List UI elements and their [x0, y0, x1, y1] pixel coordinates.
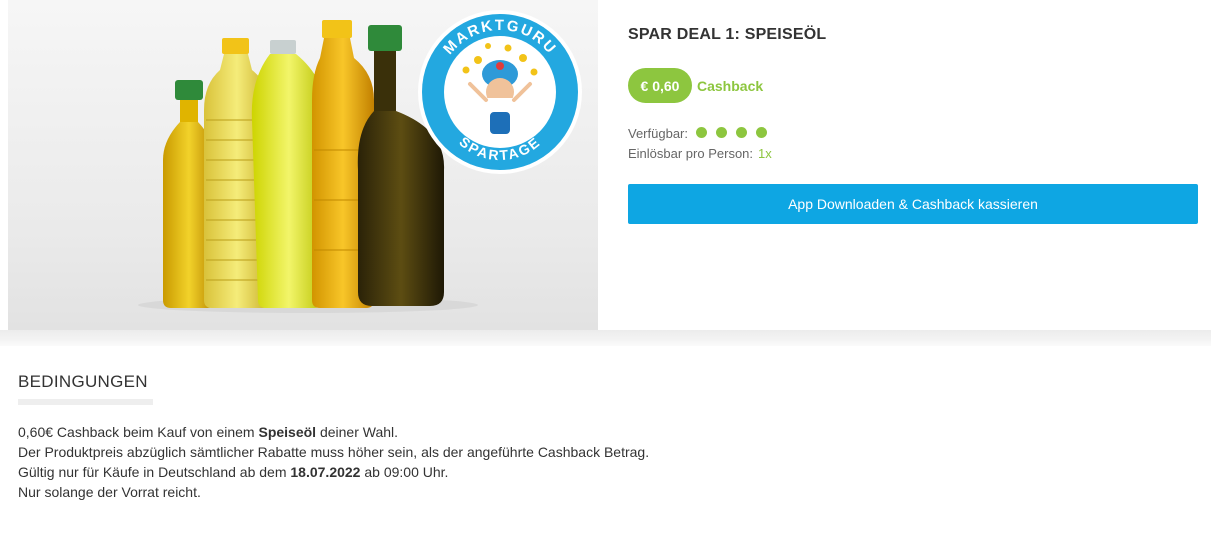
availability-indicator: [696, 127, 767, 138]
deal-title: SPAR DEAL 1: SPEISEÖL: [628, 26, 827, 43]
conditions-title: BEDINGUNGEN: [18, 372, 148, 391]
cashback-label: Cashback: [697, 78, 764, 94]
condition-line: Gültig nur für Käufe in Deutschland ab d…: [18, 464, 449, 480]
product-image: MARKTGURU SPARTAGE: [8, 0, 598, 330]
per-person-value: 1x: [758, 146, 772, 161]
availability-dot: [756, 127, 767, 138]
condition-line: Der Produktpreis abzüglich sämtlicher Ra…: [18, 444, 650, 460]
availability-dot: [736, 127, 747, 138]
download-app-button[interactable]: App Downloaden & Cashback kassieren: [628, 184, 1198, 224]
per-person-label: Einlösbar pro Person:: [628, 146, 754, 161]
conditions-underline: [18, 399, 153, 405]
availability-dot: [716, 127, 727, 138]
oil-bottles-illustration: MARKTGURU SPARTAGE: [138, 10, 582, 313]
condition-line: 0,60€ Cashback beim Kauf von einem Speis…: [18, 424, 399, 440]
marktguru-badge: MARKTGURU SPARTAGE: [418, 10, 582, 174]
availability-dot: [696, 127, 707, 138]
deal-info-panel: SPAR DEAL 1: SPEISEÖL € 0,60 Cashback Ve…: [628, 0, 1198, 330]
conditions-text: 0,60€ Cashback beim Kauf von einem Speis…: [18, 422, 649, 502]
condition-line: Nur solange der Vorrat reicht.: [18, 484, 201, 500]
price-badge: € 0,60: [628, 68, 692, 103]
conditions-section: BEDINGUNGEN 0,60€ Cashback beim Kauf von…: [0, 346, 1211, 534]
deal-section: MARKTGURU SPARTAGE SPAR DEAL 1: SPEISEÖL: [0, 0, 1211, 330]
availability-label: Verfügbar:: [628, 126, 688, 141]
section-divider: [0, 330, 1211, 346]
